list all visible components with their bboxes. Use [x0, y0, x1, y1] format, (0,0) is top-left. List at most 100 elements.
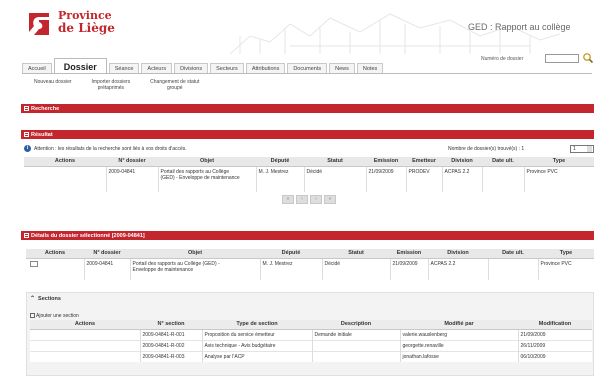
- col-statut: Statut: [322, 249, 390, 259]
- new-dossier-button[interactable]: Nouveau dossier: [34, 79, 72, 97]
- cell-modifie-par: georgette.renaville: [400, 340, 519, 351]
- cell-description: [312, 340, 401, 351]
- access-rights-notice: Attention : les résultats de la recherch…: [34, 146, 187, 152]
- cell-section-numero: 2009-04841-R-001: [140, 329, 203, 340]
- table-row[interactable]: 2009-04841-R-002 Avis technique - Avis b…: [30, 340, 592, 351]
- resultat-title: Résultat: [31, 131, 53, 138]
- tab-dossier[interactable]: Dossier: [53, 58, 107, 74]
- resultat-section-header[interactable]: Résultat: [21, 130, 594, 139]
- header: Province de Liège GED : Rapport au collè…: [0, 0, 613, 56]
- collapse-icon: [24, 132, 29, 137]
- search-icon[interactable]: [582, 52, 594, 64]
- sections-header[interactable]: ⌃ Sections: [26, 294, 61, 303]
- recherche-section-header[interactable]: Recherche: [21, 104, 594, 113]
- cell-division: ACPAS 2.2: [442, 166, 483, 192]
- cell-section-numero: 2009-04841-R-003: [140, 351, 203, 362]
- col-objet: Objet: [130, 249, 260, 259]
- col-depute: Député: [256, 157, 304, 167]
- col-numero: N° dossier: [106, 157, 158, 167]
- app-title: GED : Rapport au collège: [468, 22, 571, 32]
- cell-actions: [26, 258, 85, 280]
- cell-type: Province PVC: [526, 168, 558, 175]
- cell-objet: Portail des rapports au Collège (GED) - …: [130, 258, 261, 280]
- dossier-search-input[interactable]: [545, 54, 579, 63]
- results-info-row: i Attention : les résultats de la recher…: [24, 145, 594, 154]
- import-dossiers-button[interactable]: Importer dossiers prétaprimés: [92, 79, 131, 97]
- first-page-icon[interactable]: «: [282, 195, 294, 204]
- main-tabs: Accueil Dossier Séance Acteurs Divisions…: [22, 58, 385, 74]
- last-page-icon[interactable]: »: [324, 195, 336, 204]
- col-emetteur: Emetteur: [406, 157, 442, 167]
- details-section-header[interactable]: Détails du dossier sélectionné [2009-048…: [21, 231, 594, 240]
- province-logo-icon: [29, 13, 49, 35]
- cell-emission: 21/09/2009: [390, 258, 429, 280]
- page-select[interactable]: 1: [570, 145, 594, 153]
- prev-page-icon[interactable]: ‹: [296, 195, 308, 204]
- results-count: Nombre de dossier(s) trouvé(s) : 1: [448, 146, 525, 152]
- sections-table: Actions N° section Type de section Descr…: [30, 320, 592, 362]
- col-section-numero: N° section: [140, 320, 202, 330]
- col-division: Division: [428, 249, 488, 259]
- col-date-ult: Date ult.: [488, 249, 538, 259]
- cell-section-type: Proposition du service émetteur: [202, 329, 313, 340]
- cell-actions: [30, 351, 141, 362]
- table-row[interactable]: 2009-04841 Portail des rapports au Collè…: [24, 166, 594, 192]
- col-modification: Modification: [518, 320, 592, 330]
- cell-numero: 2009-04841: [84, 258, 131, 280]
- table-row[interactable]: 2009-04841-R-003 Analyse par l'ACP jonat…: [30, 351, 592, 362]
- details-header-row: Actions N° dossier Objet Député Statut E…: [26, 249, 594, 259]
- col-emission: Emission: [366, 157, 406, 167]
- cell-modification: 06/10/2009: [520, 353, 546, 360]
- cell-statut: Décidé: [322, 258, 391, 280]
- cell-modifie-par: valerie.wauslenberg: [400, 329, 519, 340]
- next-page-icon[interactable]: ›: [310, 195, 322, 204]
- col-numero: N° dossier: [84, 249, 130, 259]
- cell-modification: 26/11/2009: [520, 342, 546, 349]
- cell-actions: [30, 329, 141, 340]
- cell-description: [312, 351, 401, 362]
- cell-numero: 2009-04841: [106, 166, 159, 192]
- col-date-ult: Date ult.: [482, 157, 524, 167]
- col-actions: Actions: [24, 157, 106, 167]
- col-actions: Actions: [30, 320, 140, 330]
- cell-modifie-par: jonathan.lafosse: [400, 351, 519, 362]
- cell-depute: M. J. Mestrez: [256, 166, 305, 192]
- tab-divider: [22, 73, 592, 74]
- col-actions: Actions: [26, 249, 84, 259]
- cell-date-ult: [488, 258, 539, 280]
- brand-line-2: de Liège: [58, 21, 115, 35]
- col-statut: Statut: [304, 157, 366, 167]
- cell-emission: 21/09/2009: [366, 166, 407, 192]
- cell-division: ACPAS 2.2: [428, 258, 489, 280]
- change-status-button[interactable]: Changement de statut groupé: [150, 79, 199, 97]
- results-header-row: Actions N° dossier Objet Député Statut E…: [24, 157, 594, 167]
- table-row[interactable]: 2009-04841 Portail des rapports au Collè…: [26, 258, 594, 280]
- table-row[interactable]: 2009-04841-R-001 Proposition du service …: [30, 329, 592, 340]
- new-dossier-label: Nouveau dossier: [34, 79, 72, 85]
- pagination: « ‹ › »: [282, 195, 348, 204]
- col-modifie-par: Modifié par: [400, 320, 518, 330]
- add-section-link[interactable]: Ajouter une section: [30, 313, 79, 319]
- cell-statut: Décidé: [304, 166, 367, 192]
- page-select-value: 1: [573, 146, 576, 152]
- cell-emetteur: PRODEV: [406, 166, 443, 192]
- brand-name: Province de Liège: [58, 10, 115, 35]
- cell-objet: Portail des rapports au Collège (GED) - …: [158, 166, 257, 192]
- cell-type: Province PVC: [540, 260, 572, 267]
- objet-line-2: (GED) - Enveloppe de maintenance: [160, 174, 240, 181]
- select-checkbox[interactable]: [30, 260, 38, 267]
- cell-section-numero: 2009-04841-R-002: [140, 340, 203, 351]
- change-status-label-2: groupé: [166, 85, 183, 91]
- cell-section-type: Analyse par l'ACP: [202, 351, 313, 362]
- details-table: Actions N° dossier Objet Député Statut E…: [26, 249, 594, 280]
- col-type: Type: [524, 157, 594, 167]
- sections-title: Sections: [38, 295, 61, 302]
- add-section-label: Ajouter une section: [36, 313, 79, 319]
- col-section-type: Type de section: [202, 320, 312, 330]
- details-title: Détails du dossier sélectionné [2009-048…: [31, 232, 145, 239]
- cell-actions: [30, 340, 141, 351]
- cell-section-type: Avis technique - Avis budgétaire: [202, 340, 313, 351]
- recherche-title: Recherche: [31, 105, 60, 112]
- results-table: Actions N° dossier Objet Député Statut E…: [24, 157, 594, 192]
- cell-date-ult: [482, 166, 525, 192]
